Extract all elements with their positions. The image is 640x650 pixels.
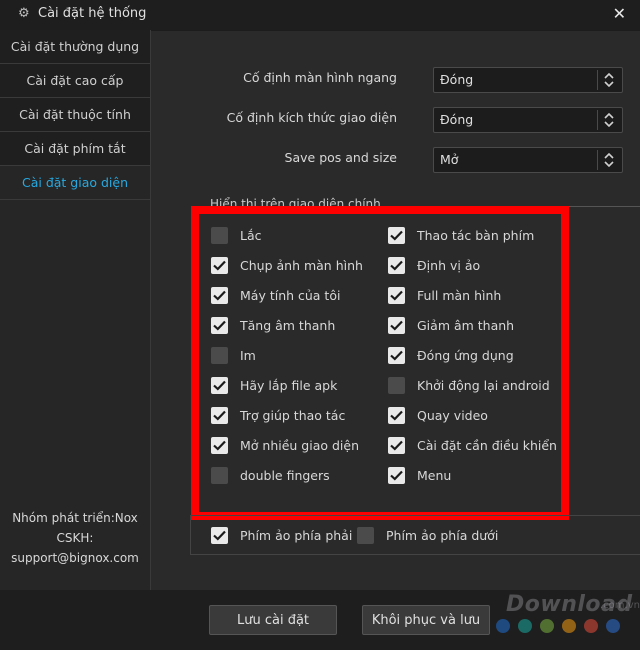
checkbox-box xyxy=(388,437,405,454)
checkbox-box xyxy=(388,287,405,304)
sidebar-item-advanced[interactable]: Cài đặt cao cấp xyxy=(0,64,150,98)
checkbox-box xyxy=(211,347,228,364)
checkbox-box xyxy=(211,437,228,454)
checkbox-box xyxy=(388,407,405,424)
checkbox-box xyxy=(211,527,228,544)
checkmark-icon xyxy=(390,230,403,241)
fixed-size-select[interactable]: Đóng xyxy=(433,107,623,133)
cskh-label: CSKH: xyxy=(56,531,94,545)
select-value: Đóng xyxy=(440,112,474,127)
checkbox-box xyxy=(388,317,405,334)
checkbox-label: Cài đặt cần điều khiển xyxy=(417,438,557,453)
select-value: Đóng xyxy=(440,72,474,87)
checkbox-box xyxy=(211,467,228,484)
setting-label-fixed-size: Cố định kích thức giao diện xyxy=(226,110,397,125)
checkbox-label: Khởi động lại android xyxy=(417,378,550,393)
watermark-dot xyxy=(606,619,620,633)
save-settings-button[interactable]: Lưu cài đặt xyxy=(209,605,337,635)
checkbox-box xyxy=(388,347,405,364)
sidebar-item-general[interactable]: Cài đặt thường dụng xyxy=(0,30,150,64)
sidebar-item-label: Cài đặt thường dụng xyxy=(10,39,140,54)
checkmark-icon xyxy=(213,260,226,271)
checkmark-icon xyxy=(390,290,403,301)
checkbox-label: Giảm âm thanh xyxy=(417,318,515,333)
checkbox-label: Quay video xyxy=(417,408,488,423)
checkmark-icon xyxy=(213,410,226,421)
checkmark-icon xyxy=(390,470,403,481)
setting-label-save-pos: Save pos and size xyxy=(284,150,397,165)
sidebar-item-label: Cài đặt phím tắt xyxy=(24,141,126,156)
restore-and-save-button[interactable]: Khôi phục và lưu xyxy=(362,605,490,635)
checkbox-label: Chụp ảnh màn hình xyxy=(240,258,363,273)
checkmark-icon xyxy=(213,290,226,301)
chevron-updown-icon xyxy=(597,70,620,90)
checkmark-icon xyxy=(213,440,226,451)
watermark-dots xyxy=(496,618,628,637)
checkbox-box xyxy=(357,527,374,544)
checkbox-label: Lắc xyxy=(240,228,262,243)
select-value: Mở xyxy=(440,152,459,167)
window-title: Cài đặt hệ thống xyxy=(38,6,147,21)
checkbox-box xyxy=(211,377,228,394)
settings-gear-icon: ⚙ xyxy=(18,6,30,21)
checkmark-icon xyxy=(213,530,226,541)
watermark-dot xyxy=(496,619,510,633)
checkbox-label: Menu xyxy=(417,468,452,483)
chevron-updown-icon xyxy=(597,110,620,130)
checkbox-label: Đóng ứng dụng xyxy=(417,348,514,363)
checkbox-box xyxy=(211,287,228,304)
checkbox-label: Phím ảo phía phải xyxy=(240,528,353,543)
checkbox-label: Tăng âm thanh xyxy=(240,318,336,333)
checkmark-icon xyxy=(390,350,403,361)
sidebar-item-interface[interactable]: Cài đặt giao diện xyxy=(0,166,150,200)
support-email: support@bignox.com xyxy=(11,551,139,565)
checkmark-icon xyxy=(213,320,226,331)
sidebar-item-label: Cài đặt giao diện xyxy=(21,175,128,190)
checkbox-label: Mở nhiều giao diện xyxy=(240,438,360,453)
checkbox-label: Full màn hình xyxy=(417,288,502,303)
checkbox-box xyxy=(211,407,228,424)
checkmark-icon xyxy=(213,380,226,391)
sidebar-item-shortcuts[interactable]: Cài đặt phím tắt xyxy=(0,132,150,166)
checkmark-icon xyxy=(390,320,403,331)
sidebar: Cài đặt thường dụng Cài đặt cao cấp Cài … xyxy=(0,30,151,590)
watermark-dot xyxy=(584,619,598,633)
checkbox-box xyxy=(211,227,228,244)
dev-team-text: Nhóm phát triển:Nox xyxy=(12,511,138,525)
watermark-dot xyxy=(562,619,576,633)
checkbox-label: Máy tính của tôi xyxy=(240,288,341,303)
checkmark-icon xyxy=(390,410,403,421)
title-bar: ⚙ Cài đặt hệ thống ✕ xyxy=(0,0,640,30)
checkmark-icon xyxy=(390,260,403,271)
checkbox-label: Im xyxy=(240,348,256,363)
watermark-dot xyxy=(518,619,532,633)
setting-label-fixed-landscape: Cố định màn hình ngang xyxy=(243,70,397,85)
checkbox-box xyxy=(388,467,405,484)
checkbox-box xyxy=(388,377,405,394)
checkbox-box xyxy=(388,257,405,274)
checkbox-box xyxy=(211,317,228,334)
save-pos-select[interactable]: Mở xyxy=(433,147,623,173)
checkbox-label: Thao tác bàn phím xyxy=(417,228,535,243)
watermark-domain: .com.vn xyxy=(600,600,640,611)
checkmark-icon xyxy=(390,440,403,451)
checkbox-box xyxy=(211,257,228,274)
checkbox-label: Hãy lắp file apk xyxy=(240,378,338,393)
sidebar-item-label: Cài đặt thuộc tính xyxy=(19,107,131,122)
checkbox-label: Trợ giúp thao tác xyxy=(240,408,346,423)
sidebar-item-label: Cài đặt cao cấp xyxy=(26,73,124,88)
sidebar-item-properties[interactable]: Cài đặt thuộc tính xyxy=(0,98,150,132)
fixed-landscape-select[interactable]: Đóng xyxy=(433,67,623,93)
chevron-updown-icon xyxy=(597,150,620,170)
close-icon[interactable]: ✕ xyxy=(613,4,626,23)
support-info: Nhóm phát triển:Nox CSKH: support@bignox… xyxy=(0,508,150,568)
watermark-dot xyxy=(540,619,554,633)
checkbox-label: double fingers xyxy=(240,468,330,483)
checkbox-box xyxy=(388,227,405,244)
watermark-logo: Download .com.vn xyxy=(496,590,640,648)
checkbox-label: Phím ảo phía dưới xyxy=(386,528,499,543)
checkbox-label: Định vị ảo xyxy=(417,258,481,273)
